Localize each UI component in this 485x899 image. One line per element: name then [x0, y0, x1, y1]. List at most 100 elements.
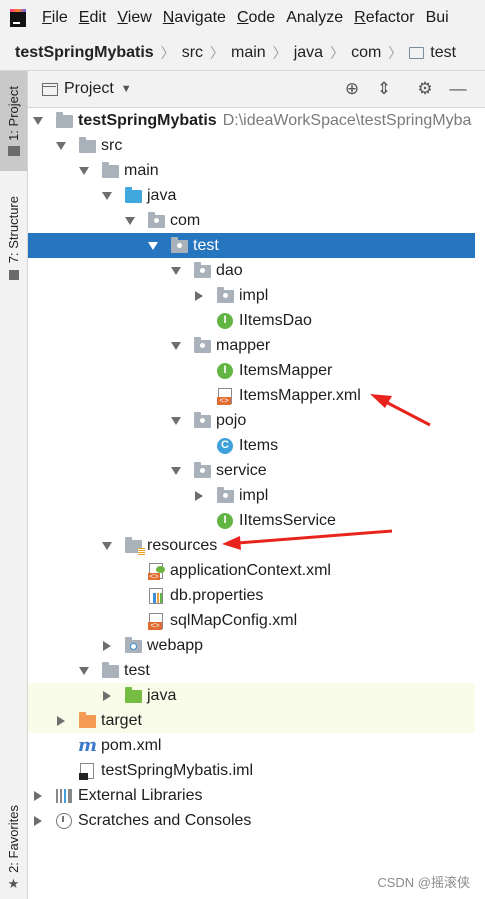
star-icon: ★	[7, 876, 20, 892]
tree-item-label: impl	[239, 286, 269, 304]
tree-item-label: testSpringMybatis.iml	[101, 761, 254, 779]
tree-item-label: service	[216, 461, 267, 479]
tree-row-items[interactable]: C Items	[28, 433, 475, 458]
tree-row-pojo[interactable]: pojo	[28, 408, 475, 433]
tree-row-src[interactable]: src	[28, 133, 475, 158]
tree-row-testspringmybatis[interactable]: testSpringMybatis D:\ideaWorkSpace\testSp…	[28, 108, 475, 133]
breadcrumb-item-main[interactable]: main	[231, 44, 266, 62]
tree-row-iitemsservice[interactable]: I IItemsService	[28, 508, 475, 533]
package-icon	[147, 212, 165, 229]
tree-row-webapp[interactable]: webapp	[28, 633, 475, 658]
tab-structure[interactable]: 7: Structure	[0, 183, 27, 293]
tree-item-label: testSpringMybatis	[78, 111, 217, 129]
tree-item-label: test	[193, 236, 219, 254]
tree-item-label: java	[147, 686, 177, 704]
tree-row-impl[interactable]: impl	[28, 283, 475, 308]
expand-arrow-icon[interactable]	[195, 490, 203, 501]
gear-icon[interactable]: ⚙	[414, 78, 436, 100]
project-panel-header: Project ▼ ⊕ ⇕ ⚙ —	[28, 71, 485, 108]
tree-row-iitemsdao[interactable]: I IItemsDao	[28, 308, 475, 333]
properties-file-icon	[147, 587, 165, 604]
tree-row-sqlmapconfig-xml[interactable]: sqlMapConfig.xml	[28, 608, 475, 633]
tree-row-test[interactable]: test	[28, 658, 475, 683]
expand-arrow-icon[interactable]	[195, 290, 203, 301]
collapse-arrow-icon[interactable]	[171, 466, 181, 475]
breadcrumb-separator-icon: 〉	[388, 45, 403, 61]
maven-pom-icon: m	[78, 734, 98, 756]
tree-row-target[interactable]: target	[28, 708, 475, 733]
view-selector[interactable]: Project ▼	[42, 80, 132, 98]
folder-icon	[101, 162, 119, 179]
tree-row-itemsmapper[interactable]: I ItemsMapper	[28, 358, 475, 383]
collapse-arrow-icon[interactable]	[102, 541, 112, 550]
collapse-arrow-icon[interactable]	[102, 191, 112, 200]
tree-row-itemsmapper-xml[interactable]: ItemsMapper.xml	[28, 383, 475, 408]
tab-project[interactable]: 1: Project	[0, 71, 27, 171]
menu-item-navigate[interactable]: Navigate	[163, 9, 226, 27]
collapse-arrow-icon[interactable]	[171, 416, 181, 425]
expand-arrow-icon[interactable]	[34, 815, 42, 826]
minimize-icon[interactable]: —	[447, 78, 469, 100]
menu-item-code[interactable]: Code	[237, 9, 275, 27]
libraries-icon	[55, 788, 73, 804]
collapse-arrow-icon[interactable]	[33, 116, 43, 125]
menu-item-analyze[interactable]: Analyze	[286, 9, 343, 27]
tree-row-java[interactable]: java	[28, 183, 475, 208]
tree-row-dao[interactable]: dao	[28, 258, 475, 283]
menu-item-edit[interactable]: Edit	[79, 9, 107, 27]
collapse-arrow-icon[interactable]	[171, 341, 181, 350]
menu-item-file[interactable]: File	[42, 9, 68, 27]
collapse-arrow-icon[interactable]	[125, 216, 135, 225]
expand-arrow-icon[interactable]	[57, 715, 65, 726]
tree-row-test[interactable]: test	[28, 233, 475, 258]
tree-row-mapper[interactable]: mapper	[28, 333, 475, 358]
tree-row-java[interactable]: java	[28, 683, 475, 708]
tree-row-external-libraries[interactable]: External Libraries	[28, 783, 475, 808]
expand-arrow-icon[interactable]	[103, 640, 111, 651]
project-path: D:\ideaWorkSpace\testSpringMyba	[222, 111, 472, 129]
collapse-arrow-icon[interactable]	[148, 241, 158, 250]
breadcrumb: testSpringMybatis 〉 src 〉 main 〉 java 〉 …	[0, 36, 485, 71]
structure-icon	[8, 269, 19, 280]
tree-row-db-properties[interactable]: db.properties	[28, 583, 475, 608]
tree-item-label: java	[147, 186, 177, 204]
breadcrumb-item-src[interactable]: src	[182, 44, 203, 62]
locate-icon[interactable]: ⊕	[341, 78, 363, 100]
tree-row-testspringmybatis-iml[interactable]: testSpringMybatis.iml	[28, 758, 475, 783]
breadcrumb-item-test[interactable]: test	[430, 44, 456, 62]
collapse-arrow-icon[interactable]	[56, 141, 66, 150]
breadcrumb-item-project[interactable]: testSpringMybatis	[15, 44, 154, 62]
menu-item-view[interactable]: View	[117, 9, 151, 27]
tree-item-label: sqlMapConfig.xml	[170, 611, 298, 629]
tree-row-scratches-and-consoles[interactable]: Scratches and Consoles	[28, 808, 475, 833]
expand-arrow-icon[interactable]	[34, 790, 42, 801]
collapse-arrow-icon[interactable]	[171, 266, 181, 275]
tree-item-label: Scratches and Consoles	[78, 811, 252, 829]
tree-row-service[interactable]: service	[28, 458, 475, 483]
package-icon	[193, 462, 211, 479]
menu-item-refactor[interactable]: Refactor	[354, 9, 414, 27]
tree-row-resources[interactable]: resources	[28, 533, 475, 558]
expand-arrow-icon[interactable]	[103, 690, 111, 701]
folder-icon	[78, 137, 96, 154]
tree-item-label: test	[124, 661, 150, 679]
collapse-all-icon[interactable]: ⇕	[373, 78, 395, 100]
xml-file-icon	[216, 387, 234, 405]
package-icon	[216, 487, 234, 504]
collapse-arrow-icon[interactable]	[79, 166, 89, 175]
watermark: CSDN @摇滚侠	[377, 875, 470, 890]
tree-item-label: src	[101, 136, 123, 154]
tree-row-impl[interactable]: impl	[28, 483, 475, 508]
tree-row-pom-xml[interactable]: m pom.xml	[28, 733, 475, 758]
tree-row-main[interactable]: main	[28, 158, 475, 183]
tree-row-com[interactable]: com	[28, 208, 475, 233]
no-expand-spacer	[193, 440, 205, 452]
breadcrumb-item-java[interactable]: java	[294, 44, 323, 62]
breadcrumb-item-com[interactable]: com	[351, 44, 381, 62]
tab-favorites[interactable]: 2: Favorites ★	[0, 801, 27, 896]
package-icon	[193, 262, 211, 279]
menu-item-bui[interactable]: Bui	[426, 9, 449, 27]
collapse-arrow-icon[interactable]	[79, 666, 89, 675]
interface-icon: I	[216, 362, 234, 379]
tree-row-applicationcontext-xml[interactable]: applicationContext.xml	[28, 558, 475, 583]
